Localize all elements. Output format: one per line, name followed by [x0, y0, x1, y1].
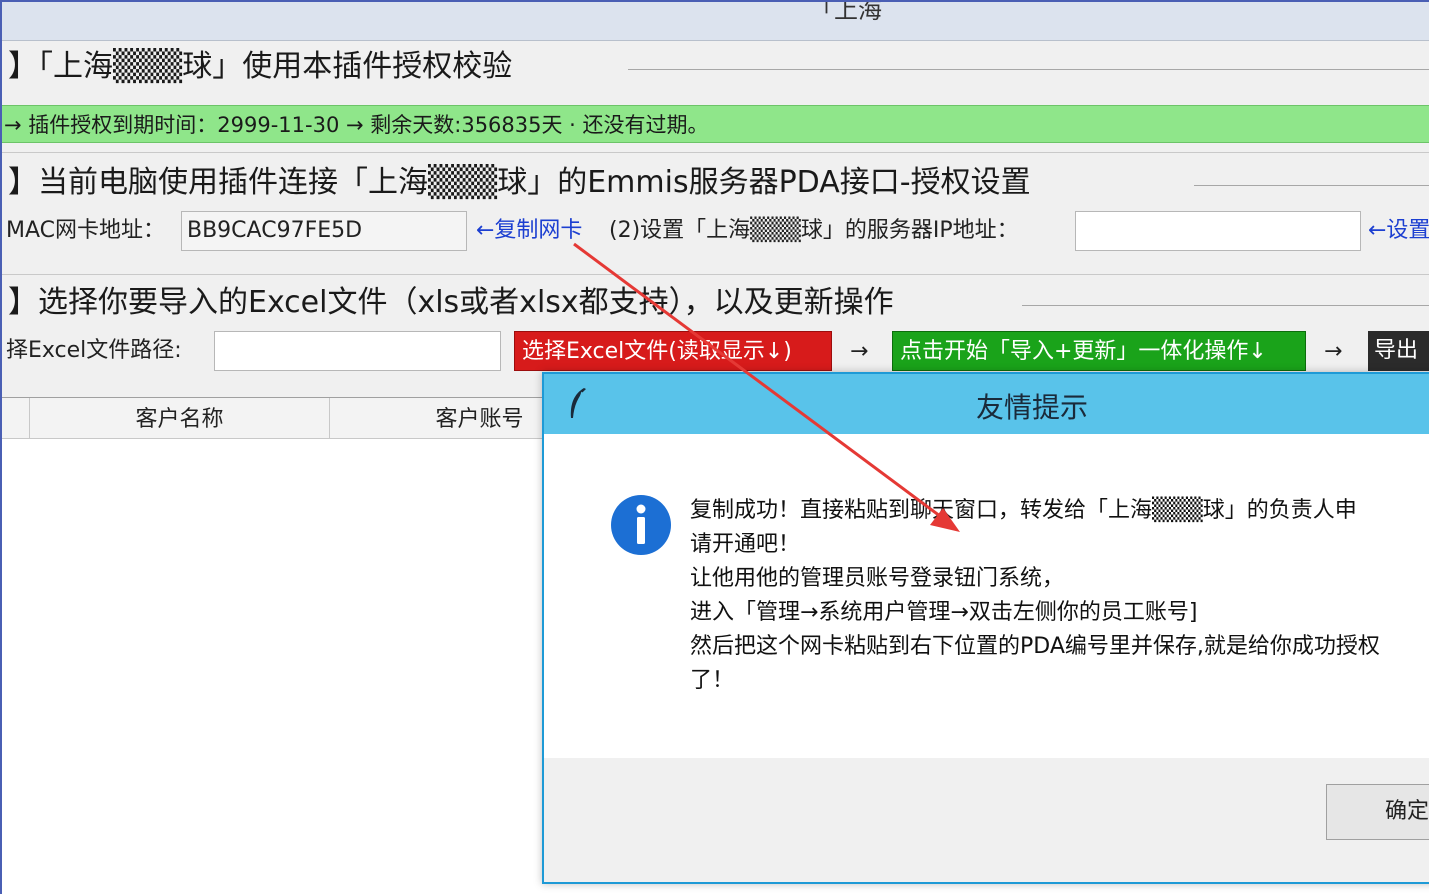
dialog-titlebar[interactable]: 友情提示 — [544, 374, 1429, 434]
export-button[interactable]: 导出 — [1368, 331, 1429, 371]
server-ip-label: (2)设置「上海▒▒▒球」的服务器IP地址： — [609, 218, 1019, 243]
window-title-strip: 「上海 — [2, 2, 1429, 41]
start-import-button[interactable]: 点击开始「导入+更新」一体化操作↓ — [892, 331, 1306, 371]
message-line: 让他用他的管理员账号登录钮门系统， — [690, 566, 1065, 591]
section-divider — [1194, 185, 1429, 186]
mac-address-label: MAC网卡地址： — [6, 218, 166, 243]
info-dialog: 友情提示 复制成功！直接粘贴到聊天窗口，转发给「上海▒▒▒球」的负责人申 请开通… — [542, 372, 1429, 884]
server-ip-input[interactable] — [1075, 211, 1361, 251]
flow-arrow: → — [850, 339, 869, 364]
excel-path-label: 择Excel文件路径: — [6, 338, 182, 363]
license-status-bar: → 插件授权到期时间：2999-11-30 → 剩余天数:356835天 · 还… — [2, 105, 1429, 143]
dialog-footer: 确定 — [544, 758, 1429, 882]
app-window: 「上海 】「上海▒▒▒球」使用本插件授权校验 → 插件授权到期时间：2999-1… — [0, 0, 1429, 894]
message-line: 复制成功！直接粘贴到聊天窗口，转发给「上海▒▒▒球」的负责人申 — [690, 498, 1357, 523]
dialog-message: 复制成功！直接粘贴到聊天窗口，转发给「上海▒▒▒球」的负责人申 请开通吧！ 让他… — [690, 494, 1380, 698]
feather-icon — [570, 388, 586, 418]
section-license-title: 】「上海▒▒▒球」使用本插件授权校验 — [8, 49, 513, 84]
message-line: 然后把这个网卡粘贴到右下位置的PDA编号里并保存,就是给你成功授权 — [690, 634, 1380, 659]
set-server-ip-link[interactable]: ←设置 — [1368, 220, 1429, 242]
separator — [2, 152, 1429, 153]
section-server-title: 】当前电脑使用插件连接「上海▒▒▒球」的Emmis服务器PDA接口-授权设置 — [8, 165, 1031, 200]
window-title: 「上海 — [810, 2, 882, 24]
section-divider — [628, 69, 1429, 70]
separator — [2, 274, 1429, 275]
copy-mac-link[interactable]: ←复制网卡 — [476, 220, 582, 242]
dialog-title: 友情提示 — [976, 391, 1089, 424]
select-excel-button[interactable]: 选择Excel文件(读取显示↓) — [514, 331, 832, 371]
info-icon — [611, 495, 671, 555]
message-line: 了！ — [690, 668, 735, 693]
excel-path-input[interactable] — [214, 331, 501, 371]
ok-button[interactable]: 确定 — [1326, 784, 1429, 840]
mac-address-field[interactable]: BB9CAC97FE5D — [181, 211, 467, 251]
row-header-column[interactable] — [2, 398, 30, 438]
section-excel-title: 】选择你要导入的Excel文件（xls或者xlsx都支持），以及更新操作 — [8, 285, 894, 320]
section-divider — [1022, 305, 1429, 306]
flow-arrow: → — [1324, 339, 1343, 364]
message-line: 请开通吧！ — [690, 532, 801, 557]
column-customer-name[interactable]: 客户名称 — [30, 398, 330, 438]
message-line: 进入「管理→系统用户管理→双击左侧你的员工账号] — [690, 600, 1198, 625]
